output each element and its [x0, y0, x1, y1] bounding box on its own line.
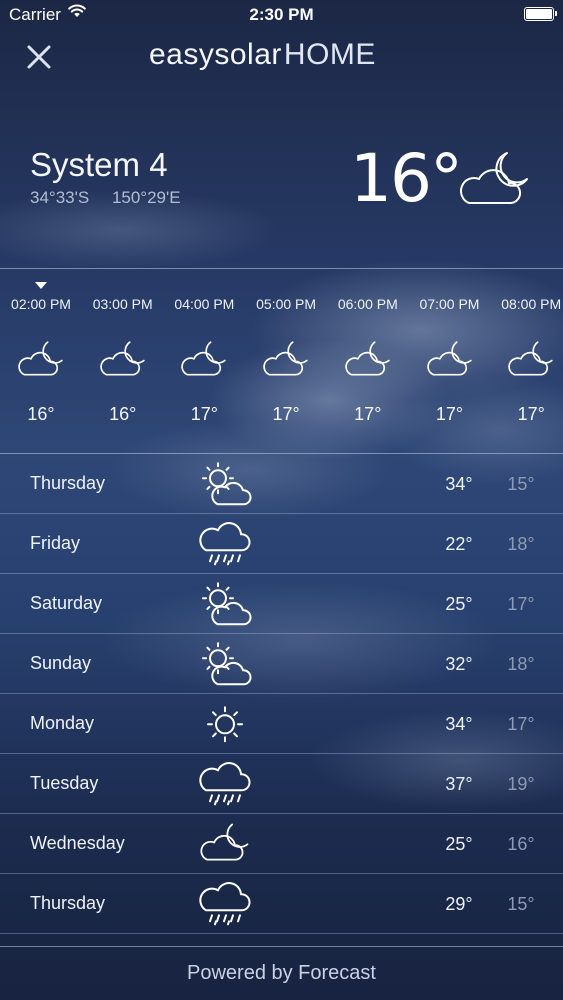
cloud-moon-icon	[198, 820, 252, 868]
footer-divider	[0, 946, 563, 947]
high-temperature: 34°	[445, 714, 473, 734]
hourly-time: 08:00 PM	[501, 296, 562, 312]
daily-row[interactable]: Tuesday 37° 19°	[0, 754, 563, 814]
system-name: System 4	[30, 146, 168, 183]
daily-row[interactable]: Wednesday 25° 16°	[0, 814, 563, 874]
logo-text-home: HOME	[283, 38, 376, 71]
close-icon[interactable]	[22, 40, 56, 74]
low-temperature: 17°	[507, 594, 535, 614]
low-temperature: 17°	[507, 714, 535, 734]
day-name: Sunday	[30, 653, 92, 673]
app-logo: easysolarHOME	[149, 38, 376, 72]
hourly-time: 02:00 PM	[11, 296, 71, 312]
hourly-temperature: 16°	[27, 404, 55, 424]
hourly-item[interactable]: 02:00 PM 16°	[0, 296, 82, 425]
cloud-moon-icon	[460, 152, 528, 204]
day-name: Tuesday	[30, 773, 99, 793]
high-temperature: 29°	[445, 894, 473, 914]
partly-cloudy-sun-icon	[198, 640, 252, 688]
high-temperature: 25°	[445, 594, 473, 614]
hourly-time: 06:00 PM	[337, 296, 398, 312]
hourly-item[interactable]: 07:00 PM 17°	[409, 296, 491, 425]
cloud-moon-icon	[490, 338, 563, 398]
hourly-time: 07:00 PM	[419, 296, 480, 312]
daily-row[interactable]: Monday 34° 17°	[0, 694, 563, 754]
cloud-moon-icon	[327, 338, 409, 398]
hourly-item[interactable]: 06:00 PM 17°	[327, 296, 409, 425]
day-name: Friday	[30, 533, 81, 553]
hourly-time: 05:00 PM	[256, 296, 317, 312]
daily-forecast: Thursday 34° 15° Friday 22° 18° Saturday…	[0, 454, 563, 934]
current-weather-icon	[455, 145, 533, 214]
day-name: Saturday	[30, 593, 103, 613]
low-temperature: 19°	[507, 774, 535, 794]
hourly-temperature: 17°	[517, 404, 545, 424]
high-temperature: 22°	[445, 534, 473, 554]
hourly-item[interactable]: 05:00 PM 17°	[245, 296, 327, 425]
powered-by-link[interactable]: Powered by Forecast	[0, 962, 563, 985]
daily-row[interactable]: Thursday 29° 15°	[0, 874, 563, 934]
current-temperature: 16°	[350, 140, 463, 217]
rain-cloud-icon	[198, 520, 252, 568]
daily-row[interactable]: Thursday 34° 15°	[0, 454, 563, 514]
low-temperature: 15°	[507, 894, 535, 914]
day-name: Wednesday	[30, 833, 125, 853]
cloud-moon-icon	[0, 338, 82, 398]
clock: 2:30 PM	[249, 5, 314, 24]
hourly-temperature: 17°	[190, 404, 218, 424]
daily-row[interactable]: Sunday 32° 18°	[0, 634, 563, 694]
high-temperature: 37°	[445, 774, 473, 794]
selected-hour-marker	[35, 282, 47, 289]
status-bar: Carrier 2:30 PM	[0, 0, 563, 30]
sun-icon	[198, 700, 252, 748]
hourly-temperature: 16°	[109, 404, 137, 424]
day-name: Thursday	[30, 893, 106, 913]
hourly-temperature: 17°	[272, 404, 300, 424]
day-name: Thursday	[30, 473, 106, 493]
partly-cloudy-sun-icon	[198, 580, 252, 628]
high-temperature: 34°	[445, 474, 473, 494]
hourly-item[interactable]: 08:00 PM 17°	[490, 296, 563, 425]
hourly-time: 04:00 PM	[174, 296, 235, 312]
daily-row[interactable]: Friday 22° 18°	[0, 514, 563, 574]
rain-cloud-icon	[198, 880, 252, 928]
hourly-forecast[interactable]: 02:00 PM 16° 03:00 PM 16° 04:00 PM 17° 0…	[0, 296, 563, 446]
partly-cloudy-sun-icon	[198, 460, 252, 508]
hourly-item[interactable]: 04:00 PM 17°	[163, 296, 245, 425]
latitude: 34°33'S	[30, 188, 90, 207]
cloud-moon-icon	[82, 338, 164, 398]
day-name: Monday	[30, 713, 95, 733]
hourly-temperature: 17°	[354, 404, 382, 424]
low-temperature: 18°	[507, 654, 535, 674]
daily-row[interactable]: Saturday 25° 17°	[0, 574, 563, 634]
low-temperature: 18°	[507, 534, 535, 554]
rain-cloud-icon	[198, 760, 252, 808]
battery-icon	[524, 7, 557, 21]
coordinates: 34°33'S 150°29'E	[30, 188, 199, 208]
high-temperature: 25°	[445, 834, 473, 854]
low-temperature: 16°	[507, 834, 535, 854]
cloud-moon-icon	[163, 338, 245, 398]
hourly-time: 03:00 PM	[92, 296, 153, 312]
low-temperature: 15°	[507, 474, 535, 494]
longitude: 150°29'E	[111, 188, 181, 207]
cloud-moon-icon	[409, 338, 491, 398]
high-temperature: 32°	[445, 654, 473, 674]
hourly-item[interactable]: 03:00 PM 16°	[82, 296, 164, 425]
cloud-moon-icon	[245, 338, 327, 398]
hourly-temperature: 17°	[435, 404, 464, 424]
header-divider	[0, 268, 563, 269]
logo-text-easysolar: easysolar	[149, 38, 282, 71]
